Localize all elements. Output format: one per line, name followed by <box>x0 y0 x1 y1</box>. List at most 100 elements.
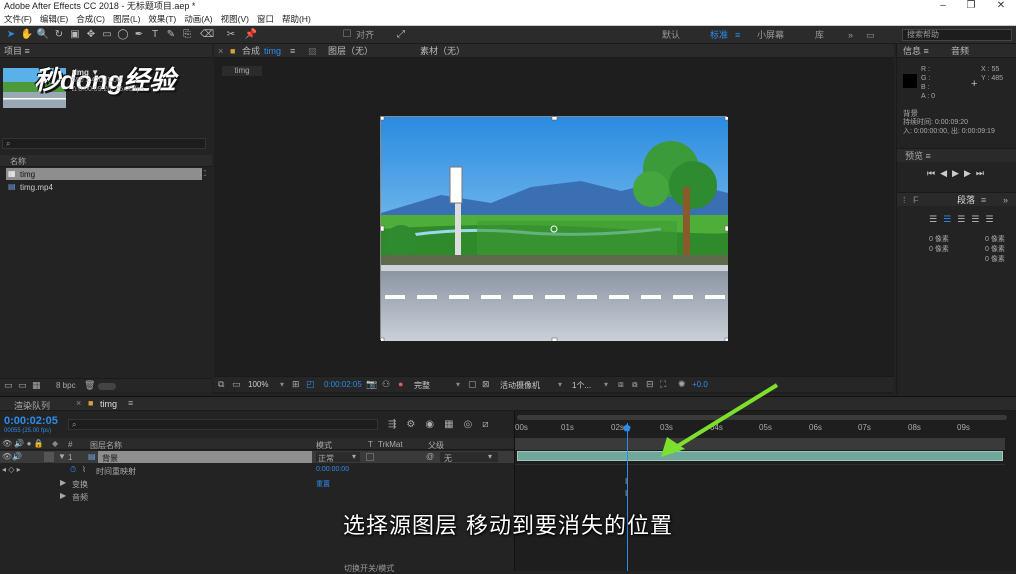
character-tab-icon[interactable]: ⁞ <box>903 193 906 207</box>
composition-subtab[interactable]: timg <box>222 66 262 76</box>
workspace-menu-icon[interactable]: ≡ <box>735 26 740 44</box>
zoom-dropdown[interactable]: 100% <box>248 380 268 389</box>
comp-mini-flowchart-icon[interactable]: ⇶ <box>388 419 406 430</box>
transparency-grid-icon[interactable]: ⊠ <box>482 379 490 390</box>
info-tab[interactable]: 信息 <box>903 46 921 56</box>
close-icon[interactable]: ✕ <box>990 0 1012 12</box>
playhead-handle-icon[interactable]: ⬟ <box>623 423 631 434</box>
menu-edit[interactable]: 编辑(E) <box>36 12 72 26</box>
audio-tab[interactable]: 音频 <box>951 44 969 58</box>
preview-tab[interactable]: 预览 <box>905 151 923 161</box>
render-queue-tab[interactable]: 渲染队列 <box>14 399 50 412</box>
align-center-icon[interactable]: ☰ <box>943 214 957 224</box>
transform-reset-link[interactable]: 重置 <box>316 479 330 489</box>
composition-tab-menu-icon[interactable]: ≡ <box>290 44 295 58</box>
last-frame-icon[interactable]: ⏭ <box>976 168 989 178</box>
resolution-dropdown[interactable]: 完整 <box>414 380 430 391</box>
menu-icon[interactable]: ≡ <box>926 151 931 161</box>
align-checkbox[interactable]: ☐ <box>340 28 354 42</box>
layer-name-field[interactable]: 背景 <box>98 451 312 463</box>
menu-icon[interactable]: ≡ <box>924 46 929 56</box>
close-tab-icon[interactable]: × <box>218 44 223 58</box>
fast-preview-icon[interactable]: ⧇ <box>632 379 638 390</box>
next-frame-icon[interactable]: ▶ <box>964 168 976 178</box>
composition-tab-label[interactable]: 合成 <box>242 44 260 58</box>
menu-animation[interactable]: 动画(A) <box>180 12 216 26</box>
workspace-library[interactable]: 库 <box>815 26 824 44</box>
trash-icon[interactable]: 🗑 <box>84 380 95 391</box>
play-icon[interactable]: ▶ <box>952 168 964 178</box>
justify-all-icon[interactable]: ☰ <box>985 214 999 224</box>
menu-window[interactable]: 窗口 <box>253 12 278 26</box>
selection-tool-icon[interactable]: ➤ <box>4 28 18 42</box>
menu-layer[interactable]: 图层(L) <box>109 12 144 26</box>
project-item-row-selected[interactable]: ▦ timg <box>6 168 202 180</box>
chevron-down-icon[interactable]: ▾ <box>456 380 460 389</box>
audio-toggle-icon[interactable]: 🔊 <box>12 452 22 461</box>
justify-icon[interactable]: ☰ <box>971 214 985 224</box>
shy-layers-icon[interactable]: ◉ <box>425 419 444 430</box>
chevron-down-icon[interactable]: ▾ <box>280 380 284 389</box>
menu-help[interactable]: 帮助(H) <box>278 12 315 26</box>
keyframe-nav-icon[interactable]: ◂ ◇ ▸ <box>2 465 21 474</box>
workspace-switch-icon[interactable]: ▭ <box>866 26 875 44</box>
workspace-standard[interactable]: 标准 <box>710 26 728 44</box>
grid-icon[interactable]: ⊞ <box>292 379 300 390</box>
view-layout-dropdown[interactable]: 1个... <box>572 380 591 391</box>
type-tool-icon[interactable]: T <box>148 28 162 42</box>
puppet-tool-icon[interactable]: 📌 <box>244 28 258 42</box>
always-preview-icon[interactable]: ⧉ <box>218 379 224 390</box>
project-search-input[interactable]: ⌕ <box>2 138 206 149</box>
minimize-icon[interactable]: – <box>932 0 954 12</box>
monitor-icon[interactable]: ▭ <box>232 379 241 390</box>
indent-right-value[interactable]: 0 像素 <box>985 234 1005 244</box>
menu-icon[interactable]: ≡ <box>25 46 30 56</box>
region-of-interest-icon[interactable]: ▢ <box>468 379 477 390</box>
workspace-small-screen[interactable]: 小屏幕 <box>757 26 784 44</box>
frame-blending-icon[interactable]: ▦ <box>444 419 463 430</box>
timeline-icon[interactable]: ⊟ <box>646 379 654 390</box>
mode-column-header[interactable]: 模式 <box>316 440 332 451</box>
motion-blur-icon[interactable]: ◎ <box>464 419 483 430</box>
color-channels-icon[interactable]: ● <box>398 379 403 389</box>
name-column-header[interactable]: 名称 <box>10 156 26 167</box>
new-folder-icon[interactable]: ▭ <box>18 380 27 391</box>
label-icon[interactable]: ◆ <box>52 439 58 448</box>
maximize-icon[interactable]: ❐ <box>960 0 982 12</box>
composition-tab-name[interactable]: timg <box>264 44 281 58</box>
expand-triangle-icon[interactable]: ▼ <box>58 452 66 461</box>
chevron-down-icon[interactable]: ▾ <box>558 380 562 389</box>
brush-tool-icon[interactable]: ✎ <box>164 28 178 42</box>
expand-triangle-icon[interactable]: ▶ <box>60 478 66 487</box>
av-switches-icon[interactable]: 👁 🔊 ● 🔒 <box>2 439 44 448</box>
close-tab-icon[interactable]: × <box>76 398 81 408</box>
more-icon[interactable]: » <box>1003 193 1008 207</box>
layer-name-column-header[interactable]: 图层名称 <box>90 440 122 451</box>
parent-column-header[interactable]: 父级 <box>428 440 444 451</box>
graph-icon[interactable]: ⌇ <box>82 465 86 474</box>
trkmat-column-header[interactable]: TrkMat <box>378 440 403 449</box>
clone-tool-icon[interactable]: ⎘ <box>180 28 194 42</box>
rotate-tool-icon[interactable]: ↻ <box>52 28 66 42</box>
roto-tool-icon[interactable]: ✂ <box>224 28 238 42</box>
parent-dropdown[interactable]: 无 ▾ <box>440 452 498 463</box>
time-remap-value[interactable]: 0:00:00:00 <box>316 466 349 473</box>
ellipse-tool-icon[interactable]: ◯ <box>116 28 130 42</box>
graph-editor-icon[interactable]: ⧄ <box>482 419 498 430</box>
timeline-search-input[interactable]: ⌕ <box>68 419 378 430</box>
interpret-footage-icon[interactable]: ▭ <box>4 380 13 391</box>
prev-frame-icon[interactable]: ◀ <box>940 168 952 178</box>
timecode-display[interactable]: 0:00:02:05 <box>324 380 362 389</box>
align-right-icon[interactable]: ☰ <box>957 214 971 224</box>
space-before-value[interactable]: 0 像素 <box>985 244 1005 254</box>
expand-triangle-icon[interactable]: ▶ <box>60 491 66 500</box>
pick-whip-icon[interactable]: @ <box>426 452 434 461</box>
menu-icon[interactable]: ≡ <box>128 398 133 408</box>
transform-row[interactable]: ▶ 变换 重置 <box>0 477 514 489</box>
lock-icon[interactable]: ▨ <box>308 44 317 58</box>
stopwatch-icon[interactable]: ⏱ <box>70 465 76 475</box>
video-visibility-icon[interactable]: 👁 <box>2 452 12 461</box>
zoom-tool-icon[interactable]: 🔍 <box>36 28 50 42</box>
current-time-display[interactable]: 0:00:02:05 <box>4 415 58 427</box>
paragraph-tab[interactable]: 段落 <box>957 193 975 207</box>
